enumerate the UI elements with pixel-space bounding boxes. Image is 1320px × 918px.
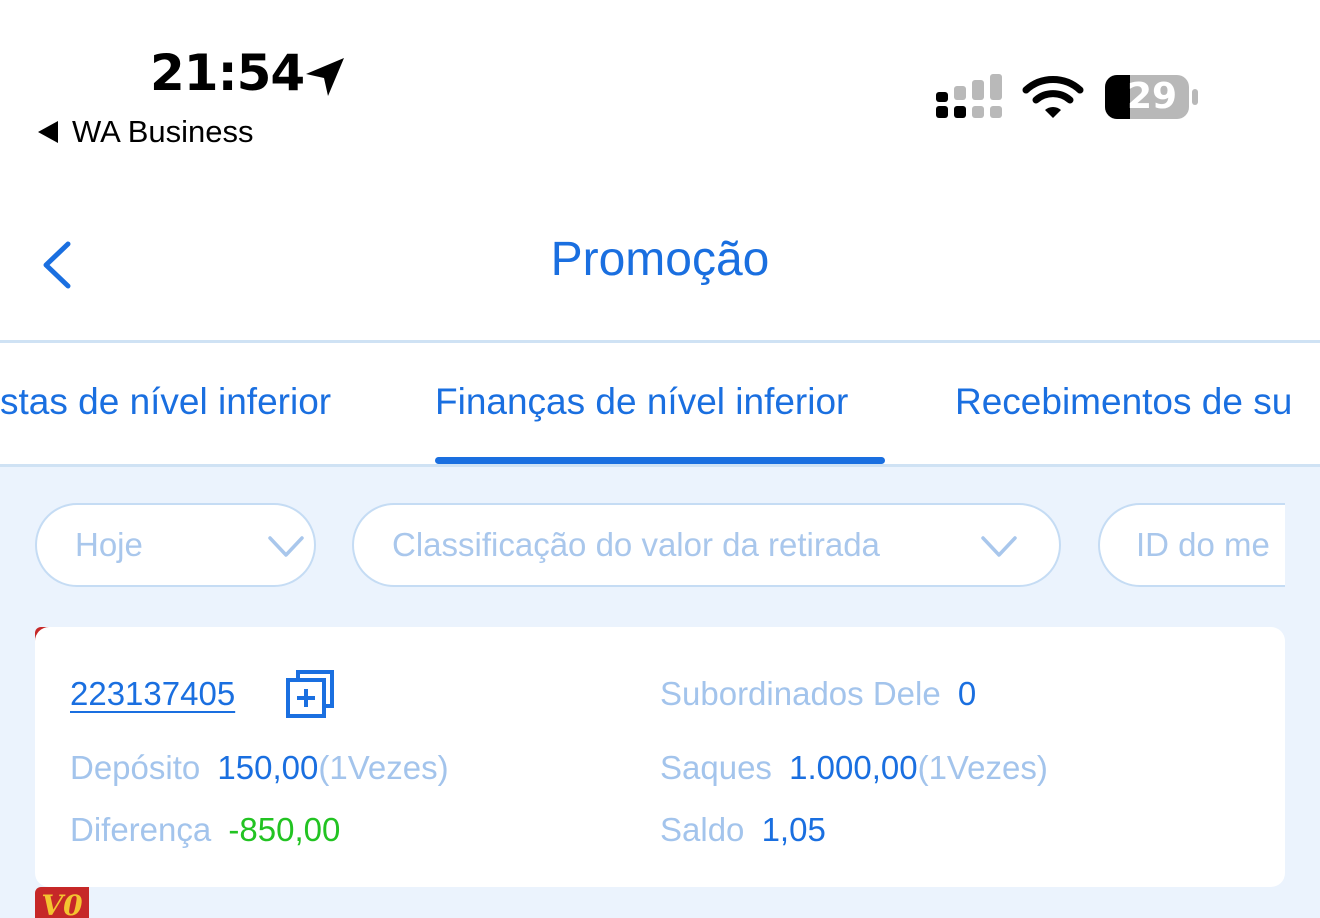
date-filter-value: Hoje	[75, 526, 143, 563]
difference-value: -850,00	[228, 811, 341, 848]
subordinates-field: Subordinados Dele 0	[660, 675, 976, 713]
withdraw-field: Saques 1.000,00(1Vezes)	[660, 749, 1048, 787]
battery-level: 29	[1126, 76, 1178, 117]
filter-bar: Hoje Classificação do valor da retirada …	[0, 503, 1285, 591]
difference-label: Diferença	[70, 811, 212, 848]
status-time: 21:54	[150, 44, 305, 102]
withdraw-value: 1.000,00	[789, 749, 918, 786]
chevron-down-icon	[981, 536, 1017, 557]
record-card: 223137405 Subordinados Dele 0 Depósito 1…	[35, 627, 1285, 887]
tab-bar: stas de nível inferior Finanças de nível…	[0, 343, 1320, 465]
difference-field: Diferença -850,00	[70, 811, 340, 849]
balance-field: Saldo 1,05	[660, 811, 826, 849]
member-id-placeholder: ID do me	[1136, 526, 1270, 563]
tab-subordinate-finances[interactable]: Finanças de nível inferior	[435, 381, 848, 423]
vip-level-badge: V0	[35, 887, 89, 918]
copy-icon[interactable]	[285, 669, 337, 721]
battery-icon: 29	[1104, 73, 1200, 121]
sort-filter-value: Classificação do valor da retirada	[392, 526, 880, 563]
active-tab-indicator	[435, 457, 885, 464]
tab-subordinate-receipts[interactable]: Recebimentos de su	[955, 381, 1292, 423]
balance-label: Saldo	[660, 811, 745, 848]
deposit-label: Depósito	[70, 749, 201, 786]
subordinates-label: Subordinados Dele	[660, 675, 941, 712]
subordinates-value: 0	[957, 675, 977, 712]
date-filter-dropdown[interactable]: Hoje	[35, 503, 316, 587]
content-area: Hoje Classificação do valor da retirada …	[0, 467, 1320, 918]
withdraw-label: Saques	[660, 749, 772, 786]
wifi-icon	[1022, 76, 1084, 118]
back-app-label: WA Business	[72, 114, 254, 149]
deposit-value: 150,00	[217, 749, 319, 786]
app-screen: 21:54 WA Business 29 Promoção stas de ní…	[0, 0, 1320, 918]
balance-value: 1,05	[761, 811, 826, 848]
deposit-count: (1Vezes)	[318, 749, 449, 786]
member-id-link[interactable]: 223137405	[70, 675, 235, 713]
back-to-app-link[interactable]: WA Business	[38, 114, 253, 150]
tab-subordinate-bets[interactable]: stas de nível inferior	[0, 381, 331, 423]
sort-filter-dropdown[interactable]: Classificação do valor da retirada	[352, 503, 1061, 587]
withdraw-count: (1Vezes)	[917, 749, 1048, 786]
cellular-signal-icon	[936, 74, 1002, 118]
deposit-field: Depósito 150,00(1Vezes)	[70, 749, 449, 787]
page-title: Promoção	[550, 233, 770, 286]
member-id-search-input[interactable]: ID do me	[1098, 503, 1285, 587]
back-triangle-icon	[38, 121, 58, 143]
chevron-down-icon	[268, 536, 304, 557]
location-arrow-icon	[306, 58, 344, 96]
